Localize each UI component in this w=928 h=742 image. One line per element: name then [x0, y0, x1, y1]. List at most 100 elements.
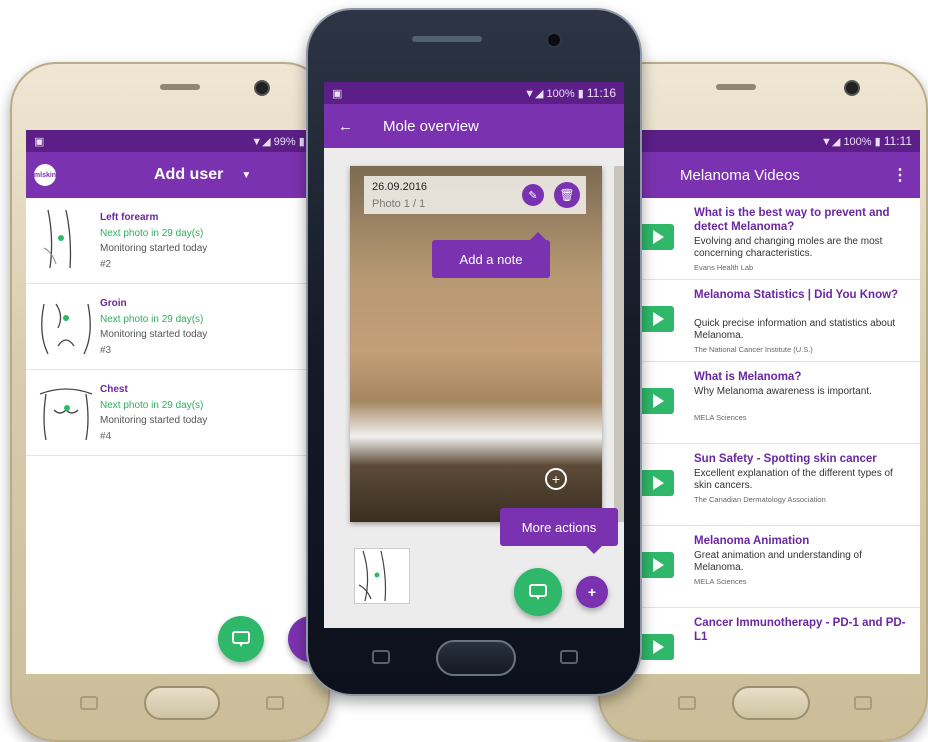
signal-icon: ▼◢	[251, 135, 274, 148]
speaker-grille	[716, 84, 756, 90]
body-part-thumbnail[interactable]	[354, 548, 410, 604]
video-description: Why Melanoma awareness is important.	[694, 386, 872, 397]
recent-apps-key[interactable]	[80, 696, 98, 710]
play-icon[interactable]	[640, 470, 674, 496]
play-icon[interactable]	[640, 306, 674, 332]
play-icon[interactable]	[640, 388, 674, 414]
tooltip-arrow	[586, 546, 602, 554]
page-title: Melanoma Videos	[680, 166, 800, 184]
recent-apps-key[interactable]	[678, 696, 696, 710]
signal-icon: ▼◢	[821, 136, 844, 148]
more-vert-icon[interactable]: ⋮	[892, 165, 908, 185]
video-title: Melanoma Statistics | Did You Know?	[694, 289, 899, 301]
next-photo: Next photo in 29 day(s)	[100, 228, 204, 239]
list-item[interactable]: Chest Next photo in 29 day(s) Monitoring…	[26, 370, 322, 456]
play-icon[interactable]	[640, 224, 674, 250]
center-phone: ▣ ▼◢ 100% ▮ 11:16 ← Mole overview 26.09.…	[306, 8, 642, 696]
video-description: Quick precise information and statistics…	[694, 318, 896, 341]
play-icon[interactable]	[640, 552, 674, 578]
list-item[interactable]: Left forearm Next photo in 29 day(s) Mon…	[26, 198, 322, 284]
clock: 11:16	[586, 86, 616, 100]
play-icon[interactable]	[640, 634, 674, 660]
groin-thumbnail	[41, 303, 91, 355]
battery-level: 99%	[273, 135, 296, 148]
user-selector-title[interactable]: Add user	[154, 166, 223, 184]
recent-apps-key[interactable]	[372, 650, 390, 664]
clock: 11:11	[883, 134, 912, 148]
status-right: ▼◢ 99% ▮ 1	[251, 135, 314, 148]
back-key[interactable]	[854, 696, 872, 710]
page-title: Mole overview	[383, 117, 479, 135]
photo-date: 26.09.2016	[372, 181, 428, 193]
monitoring-status: Monitoring started today	[100, 415, 208, 426]
next-photo-edge	[614, 166, 624, 522]
user-name: Chest	[100, 384, 128, 395]
user-name: Groin	[100, 298, 127, 309]
edit-icon[interactable]: ✎	[522, 184, 544, 206]
user-list: Left forearm Next photo in 29 day(s) Mon…	[26, 198, 322, 456]
home-button[interactable]	[732, 686, 810, 720]
chest-thumbnail	[39, 388, 93, 441]
notification-icon: ▣	[34, 135, 45, 148]
add-button[interactable]: +	[576, 576, 608, 608]
chat-icon	[529, 584, 547, 600]
user-number: #2	[100, 259, 112, 270]
video-description: Excellent explanation of the different t…	[694, 468, 893, 491]
mole-photo[interactable]: 26.09.2016 Photo 1 / 1 ✎ 🗑 +	[350, 166, 602, 522]
left-phone: ▣ ▼◢ 99% ▮ 1 mlskin Add user ▼ Left fore…	[10, 62, 330, 742]
notification-icon: ▣	[332, 87, 343, 100]
monitoring-status: Monitoring started today	[100, 329, 208, 340]
video-source: MELA Sciences	[694, 413, 747, 422]
video-title: Cancer Immunotherapy - PD-1 and PD-L1	[694, 617, 906, 643]
front-camera	[546, 32, 562, 48]
signal-icon: ▼◢	[524, 88, 547, 100]
delete-icon[interactable]: 🗑	[554, 182, 580, 208]
home-button[interactable]	[144, 686, 220, 720]
chat-icon	[232, 631, 250, 647]
video-source: Evans Health Lab	[694, 263, 754, 272]
tooltip-arrow	[530, 232, 546, 240]
add-note-tooltip: Add a note	[432, 240, 550, 278]
list-item[interactable]: Melanoma Animation Great animation and u…	[638, 526, 920, 608]
status-bar: ▣ ▼◢ 99% ▮ 1	[26, 130, 322, 152]
back-key[interactable]	[560, 650, 578, 664]
list-item[interactable]: Sun Safety - Spotting skin cancer Excell…	[638, 444, 920, 526]
speaker-grille	[160, 84, 200, 90]
left-screen: ▣ ▼◢ 99% ▮ 1 mlskin Add user ▼ Left fore…	[26, 130, 322, 674]
zoom-in-icon[interactable]: +	[545, 468, 567, 490]
chat-button[interactable]	[218, 616, 264, 662]
back-key[interactable]	[266, 696, 284, 710]
video-source: MELA Sciences	[694, 577, 747, 586]
video-title: What is Melanoma?	[694, 371, 802, 383]
front-camera	[844, 80, 860, 96]
list-item[interactable]: Cancer Immunotherapy - PD-1 and PD-L1	[638, 608, 920, 674]
video-title: Sun Safety - Spotting skin cancer	[694, 453, 877, 465]
chat-button[interactable]	[514, 568, 562, 616]
right-phone: ▼◢ 100% ▮ 11:11 Melanoma Videos ⋮ What i…	[598, 62, 928, 742]
next-photo: Next photo in 29 day(s)	[100, 314, 204, 325]
video-title: What is the best way to prevent and dete…	[694, 207, 890, 233]
video-source: The National Cancer Institute (U.S.)	[694, 345, 813, 354]
dropdown-icon[interactable]: ▼	[241, 170, 251, 181]
forearm-thumbnail	[43, 209, 72, 269]
battery-level: 100%	[546, 88, 575, 100]
app-bar: ← Mole overview	[324, 104, 624, 148]
right-screen: ▼◢ 100% ▮ 11:11 Melanoma Videos ⋮ What i…	[628, 130, 920, 674]
status-bar: ▼◢ 100% ▮ 11:11	[628, 130, 920, 152]
next-photo: Next photo in 29 day(s)	[100, 400, 204, 411]
user-name: Left forearm	[100, 212, 159, 223]
list-item[interactable]: What is the best way to prevent and dete…	[638, 198, 920, 280]
back-arrow-icon[interactable]: ←	[338, 118, 353, 135]
more-actions-tooltip: More actions	[500, 508, 618, 546]
video-description: Evolving and changing moles are the most…	[694, 236, 883, 259]
home-button[interactable]	[436, 640, 516, 676]
status-right: ▼◢ 100% ▮ 11:11	[821, 134, 912, 148]
list-item[interactable]: Melanoma Statistics | Did You Know? Quic…	[638, 280, 920, 362]
user-number: #4	[100, 431, 112, 442]
list-item[interactable]: Groin Next photo in 29 day(s) Monitoring…	[26, 284, 322, 370]
app-bar: mlskin Add user ▼	[26, 152, 322, 198]
app-bar: Melanoma Videos ⋮	[628, 152, 920, 198]
plus-icon: +	[587, 584, 597, 600]
photo-counter: Photo 1 / 1	[372, 198, 426, 210]
list-item[interactable]: What is Melanoma? Why Melanoma awareness…	[638, 362, 920, 444]
